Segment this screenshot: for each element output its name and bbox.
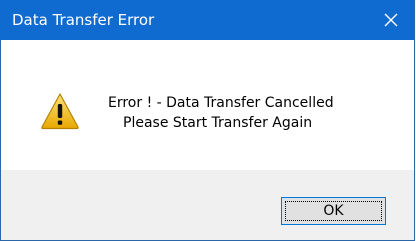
ok-button-label: OK <box>323 203 344 219</box>
warning-icon <box>41 93 79 130</box>
error-message: Error ! - Data Transfer Cancelled Please… <box>108 93 388 133</box>
close-icon <box>384 13 398 27</box>
button-bar: OK <box>1 170 414 240</box>
error-dialog: Data Transfer Error Error ! - Data Trans… <box>0 0 415 241</box>
title-bar[interactable]: Data Transfer Error <box>0 0 414 40</box>
close-button[interactable] <box>368 0 414 40</box>
ok-button[interactable]: OK <box>281 197 386 225</box>
message-line-1: Error ! - Data Transfer Cancelled <box>108 95 334 111</box>
window-title: Data Transfer Error <box>12 11 155 29</box>
message-line-2: Please Start Transfer Again <box>123 115 313 131</box>
